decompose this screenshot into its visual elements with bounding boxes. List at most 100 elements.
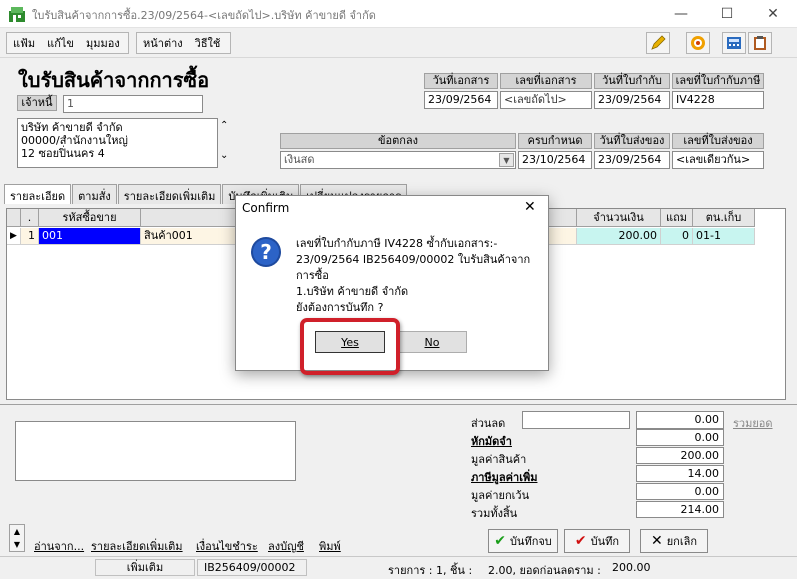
window-title: ใบรับสินค้าจากการซื้อ.23/09/2564-<เลขถัด… [32,9,376,22]
exempt-label: มูลค่ายกเว้น [471,489,530,502]
save-close-button[interactable]: ✔ บันทึกจบ [488,529,558,553]
creditor-label: เจ้าหนี้ [17,95,57,111]
title-bar: ใบรับสินค้าจากการซื้อ.23/09/2564-<เลขถัด… [0,0,797,28]
dialog-message: เลขที่ใบกำกับภาษี IV4228 ซ้ำกับเอกสาร:- … [296,236,546,300]
vat-label[interactable]: ภาษีมูลค่าเพิ่ม [471,468,537,486]
delivery-date-field[interactable]: 23/09/2564 [594,151,670,169]
menu-edit[interactable]: แก้ไข [45,34,76,52]
grid-header-location[interactable]: ตน.เก็บ [693,209,755,227]
row-no: 1 [21,228,39,245]
row-amount-cell[interactable]: 200.00 [577,228,661,245]
address-box[interactable]: บริษัท ค้าขายดี จำกัด 00000/สำนักงานใหญ่… [17,118,218,168]
goods-label: มูลค่าสินค้า [471,453,527,466]
calculator-icon[interactable] [722,32,746,54]
minimize-button[interactable]: — [658,0,704,28]
tax-date-field[interactable]: 23/09/2564 [594,91,670,109]
tab-details[interactable]: รายละเอียด [4,184,72,204]
pen-icon[interactable] [646,32,670,54]
clipboard-icon[interactable] [748,32,772,54]
cancel-button[interactable]: ✕ ยกเลิก [640,529,708,553]
scroll-up-icon[interactable]: ⌃ [220,120,228,131]
tab-more-details[interactable]: รายละเอียดเพิ่มเติม [117,184,222,204]
deposit-label[interactable]: หักมัดจำ [471,432,512,450]
spinner-icon[interactable]: ▲ ▼ [9,524,25,552]
discount-value: 0.00 [636,411,724,429]
target-icon[interactable] [686,32,710,54]
grand-total-value: 214.00 [636,501,724,518]
tab-by-order[interactable]: ตามสั่ง [72,184,117,204]
memo-box[interactable] [15,421,296,481]
question-icon: ? [251,237,281,267]
row-location-cell[interactable]: 01-1 [693,228,755,245]
status-amount: 200.00 [612,561,651,574]
yes-highlight-outline [300,318,400,375]
menu-help[interactable]: วิธีใช้ [193,34,223,52]
link-more-details[interactable]: รายละเอียดเพิ่มเติม [91,537,183,555]
terms-select[interactable]: เงินสด ▼ [280,151,516,169]
menu-bar: แฟ้ม แก้ไข มุมมอง หน้าต่าง วิธีใช้ [0,28,797,58]
dialog-message-line-2: 23/09/2564 IB256409/00002 ใบรับสินค้าจาก… [296,253,531,282]
status-items: รายการ : 1, ชิ้น : [388,564,473,577]
x-icon: ✕ [650,533,663,549]
grid-header-indicator [7,209,21,227]
dialog-message-line-1: เลขที่ใบกำกับภาษี IV4228 ซ้ำกับเอกสาร:- [296,237,498,250]
cancel-label: ยกเลิก [666,535,697,548]
menu-window[interactable]: หน้าต่าง [141,34,185,52]
save-button[interactable]: ✔ บันทึก [564,529,630,553]
section-divider [0,404,797,405]
due-date-field[interactable]: 23/10/2564 [518,151,592,169]
delivery-no-field[interactable]: <เลขเดียวกัน> [672,151,764,169]
status-pieces: 2.00, ยอดก่อนลดราม : [488,564,601,577]
tax-date-label: วันที่ใบกำกับ [594,73,670,89]
grid-header-free[interactable]: แถม [661,209,693,227]
vat-value: 14.00 [636,465,724,482]
maximize-button[interactable]: ☐ [704,0,750,28]
discount-label: ส่วนลด [471,417,506,430]
menu-view[interactable]: มุมมอง [84,34,122,52]
goods-value: 200.00 [636,447,724,464]
dialog-title-bar: Confirm ✕ [236,196,548,220]
dialog-title: Confirm [242,201,290,215]
doc-date-field[interactable]: 23/09/2564 [424,91,498,109]
status-doc: IB256409/00002 [197,559,307,576]
scroll-down-icon[interactable]: ⌄ [220,150,228,161]
tax-no-field[interactable]: IV4228 [672,91,764,109]
terms-value: เงินสด [284,153,315,166]
grid-header-no[interactable]: . [21,209,39,227]
link-print[interactable]: พิมพ์ [319,537,341,555]
address-line-3: 12 ซอยปิ่นนคร 4 [21,147,105,160]
status-bar: เพิ่มเติม IB256409/00002 รายการ : 1, ชิ้… [0,556,797,577]
check-red-icon: ✔ [574,533,587,549]
due-label: ครบกำหนด [518,133,592,149]
doc-no-field[interactable]: <เลขถัดไป> [500,91,592,109]
grid-header-amount[interactable]: จำนวนเงิน [577,209,661,227]
close-window-button[interactable]: ✕ [750,0,796,28]
discount-input[interactable] [522,411,630,429]
grid-header-code[interactable]: รหัสซื้อขาย [39,209,141,227]
creditor-field[interactable]: 1 [63,95,203,113]
doc-no-label: เลขที่เอกสาร [500,73,592,89]
delivery-date-label: วันที่ใบส่งของ [594,133,670,149]
menu-group-main: แฟ้ม แก้ไข มุมมอง [6,32,129,54]
menu-group-window: หน้าต่าง วิธีใช้ [136,32,231,54]
link-payment-terms[interactable]: เงื่อนไขชำระ [196,537,258,555]
address-line-2: 00000/สำนักงานใหญ่ [21,134,128,147]
link-post-account[interactable]: ลงบัญชี [268,537,304,555]
dialog-close-icon[interactable]: ✕ [524,199,536,215]
link-read-from[interactable]: อ่านจาก... [34,537,84,555]
app-icon [9,7,25,22]
terms-label: ข้อตกลง [280,133,516,149]
sum-link[interactable]: รวมยอด [733,414,773,432]
status-mode: เพิ่มเติม [95,559,195,576]
menu-file[interactable]: แฟ้ม [11,34,37,52]
address-line-1: บริษัท ค้าขายดี จำกัด [21,121,123,134]
dialog-question: ยังต้องการบันทึก ? [296,301,384,314]
row-free-cell[interactable]: 0 [661,228,693,245]
row-code-cell[interactable]: 001 [39,228,141,245]
deposit-value: 0.00 [636,429,724,446]
delivery-no-label: เลขที่ใบส่งของ [672,133,764,149]
save-close-label: บันทึกจบ [509,535,552,548]
no-button[interactable]: No [397,331,467,353]
grand-total-label: รวมทั้งสิ้น [471,507,518,520]
chevron-down-icon[interactable]: ▼ [499,153,514,167]
